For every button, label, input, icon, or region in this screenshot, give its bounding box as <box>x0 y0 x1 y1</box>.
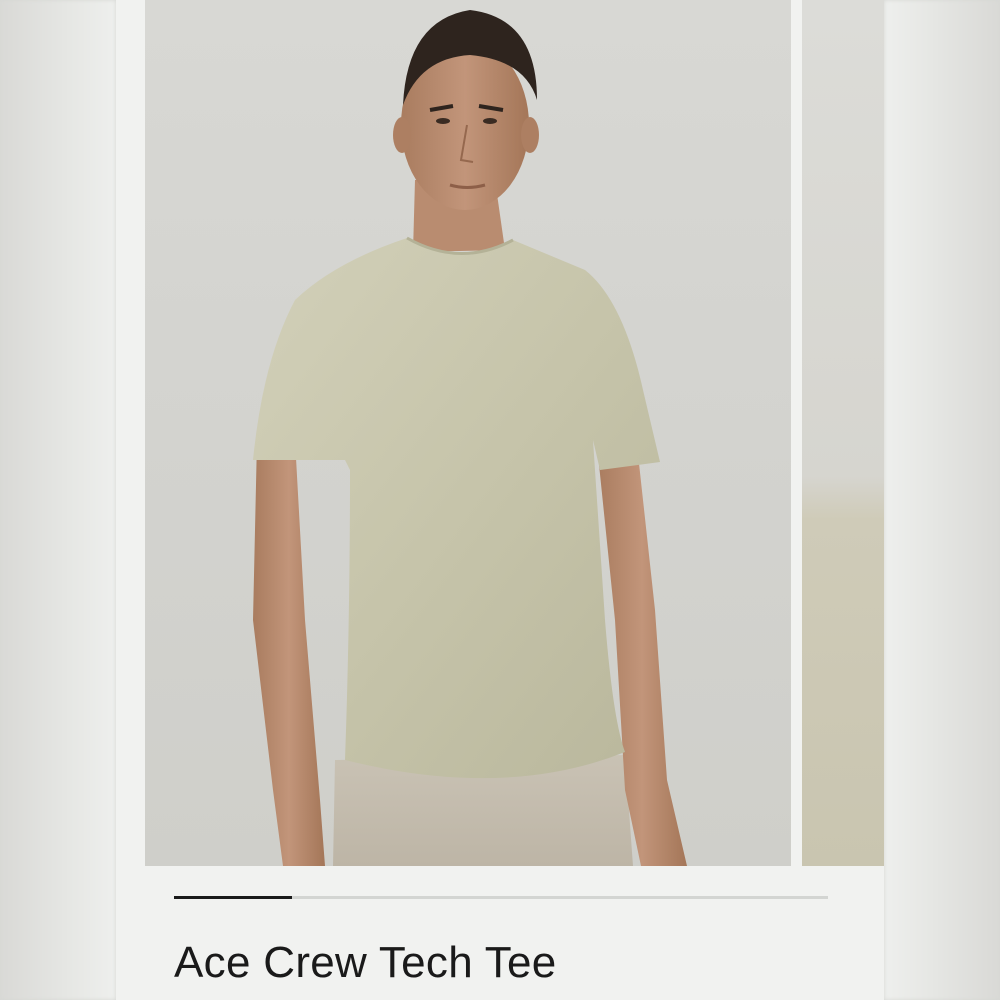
image-carousel[interactable] <box>145 0 884 866</box>
product-image[interactable] <box>145 0 791 866</box>
next-product-image[interactable] <box>802 0 884 866</box>
model-illustration <box>253 10 687 866</box>
product-title[interactable]: Ace Crew Tech Tee <box>174 938 557 988</box>
right-backdrop <box>884 0 1000 1000</box>
carousel-progress-fill <box>174 896 292 899</box>
left-backdrop <box>0 0 116 1000</box>
product-card: Ace Crew Tech Tee <box>116 0 884 1000</box>
carousel-progress-bar <box>174 896 828 899</box>
slide-divider <box>791 0 802 866</box>
